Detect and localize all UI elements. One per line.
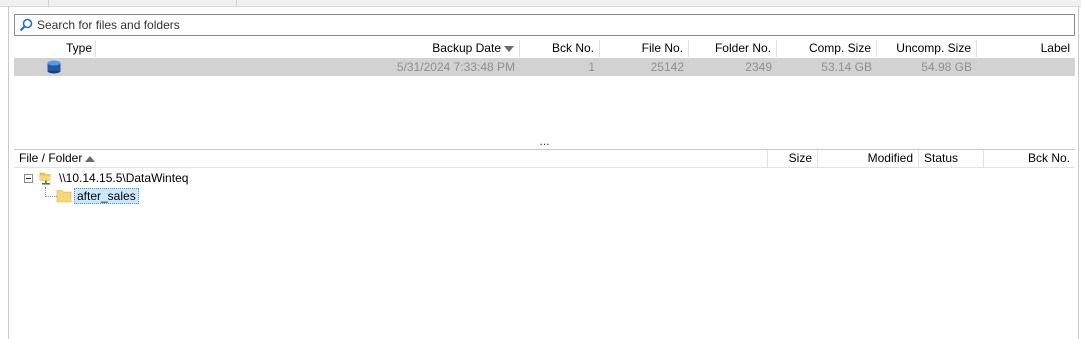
column-header-backup-date[interactable]: Backup Date xyxy=(96,40,520,57)
files-table-header: File / Folder Size Modified Status Bck N… xyxy=(14,149,1075,168)
cell-uncomp-size: 54.98 GB xyxy=(921,60,972,74)
top-toolbar-strip xyxy=(0,0,1081,7)
column-header-size-label: Size xyxy=(788,151,812,165)
tree-node-root-label[interactable]: \\10.14.15.5\DataWinteq xyxy=(59,170,188,186)
column-header-file-folder-label: File / Folder xyxy=(19,151,83,165)
column-header-files-bck-no-label: Bck No. xyxy=(1027,151,1070,165)
column-header-size[interactable]: Size xyxy=(768,150,818,167)
cell-comp-size: 53.14 GB xyxy=(821,60,872,74)
network-folder-icon[interactable] xyxy=(38,170,54,186)
column-header-type-label: Type xyxy=(66,41,93,55)
left-border xyxy=(8,6,9,339)
column-header-uncomp-size-label: Uncomp. Size xyxy=(896,41,971,55)
sort-descending-icon xyxy=(504,45,514,52)
folder-icon[interactable] xyxy=(56,189,72,203)
backups-table-header: Type Backup Date Bck No. File No. Folder… xyxy=(14,40,1075,57)
cell-backup-date: 5/31/2024 7:33:48 PM xyxy=(396,60,515,74)
tree-node-after-sales-label[interactable]: after_sales xyxy=(74,188,139,204)
column-header-uncomp-size[interactable]: Uncomp. Size xyxy=(877,40,977,57)
column-header-files-bck-no[interactable]: Bck No. xyxy=(984,150,1075,167)
column-header-file-no[interactable]: File No. xyxy=(600,40,689,57)
toolbar-divider xyxy=(48,0,49,6)
right-border xyxy=(1078,6,1079,339)
search-input[interactable] xyxy=(37,16,1067,34)
cell-folder-no: 2349 xyxy=(745,60,772,74)
cell-file-no: 25142 xyxy=(650,60,684,74)
database-icon xyxy=(47,60,61,74)
column-header-comp-size[interactable]: Comp. Size xyxy=(777,40,877,57)
column-header-folder-no[interactable]: Folder No. xyxy=(689,40,777,57)
folder-tree: \\10.14.15.5\DataWinteq after_sales xyxy=(14,169,1075,339)
column-header-file-no-label: File No. xyxy=(641,41,683,55)
column-header-bck-no-label: Bck No. xyxy=(551,41,594,55)
backup-row[interactable]: 5/31/2024 7:33:48 PM 1 25142 2349 53.14 … xyxy=(14,58,1075,76)
cell-bck-no: 1 xyxy=(588,60,595,74)
column-header-backup-date-label: Backup Date xyxy=(432,41,501,55)
search-icon xyxy=(19,18,33,32)
column-header-label[interactable]: Label xyxy=(977,40,1075,57)
sort-ascending-icon xyxy=(85,155,96,162)
splitter-grip: ... xyxy=(539,134,550,148)
column-header-modified-label: Modified xyxy=(867,151,913,165)
cell-label xyxy=(977,58,1075,76)
collapse-toggle[interactable] xyxy=(24,174,33,183)
search-box[interactable] xyxy=(14,14,1075,36)
column-header-label-label: Label xyxy=(1040,41,1070,55)
column-header-comp-size-label: Comp. Size xyxy=(808,41,871,55)
column-header-folder-no-label: Folder No. xyxy=(714,41,771,55)
column-header-type[interactable]: Type xyxy=(14,40,96,57)
toolbar-divider xyxy=(236,0,237,6)
column-header-modified[interactable]: Modified xyxy=(818,150,919,167)
column-header-status-label: Status xyxy=(924,151,959,165)
panel-splitter[interactable]: ... xyxy=(14,134,1075,148)
column-header-file-folder[interactable]: File / Folder xyxy=(14,150,768,167)
column-header-status[interactable]: Status xyxy=(919,150,984,167)
column-header-bck-no[interactable]: Bck No. xyxy=(520,40,600,57)
